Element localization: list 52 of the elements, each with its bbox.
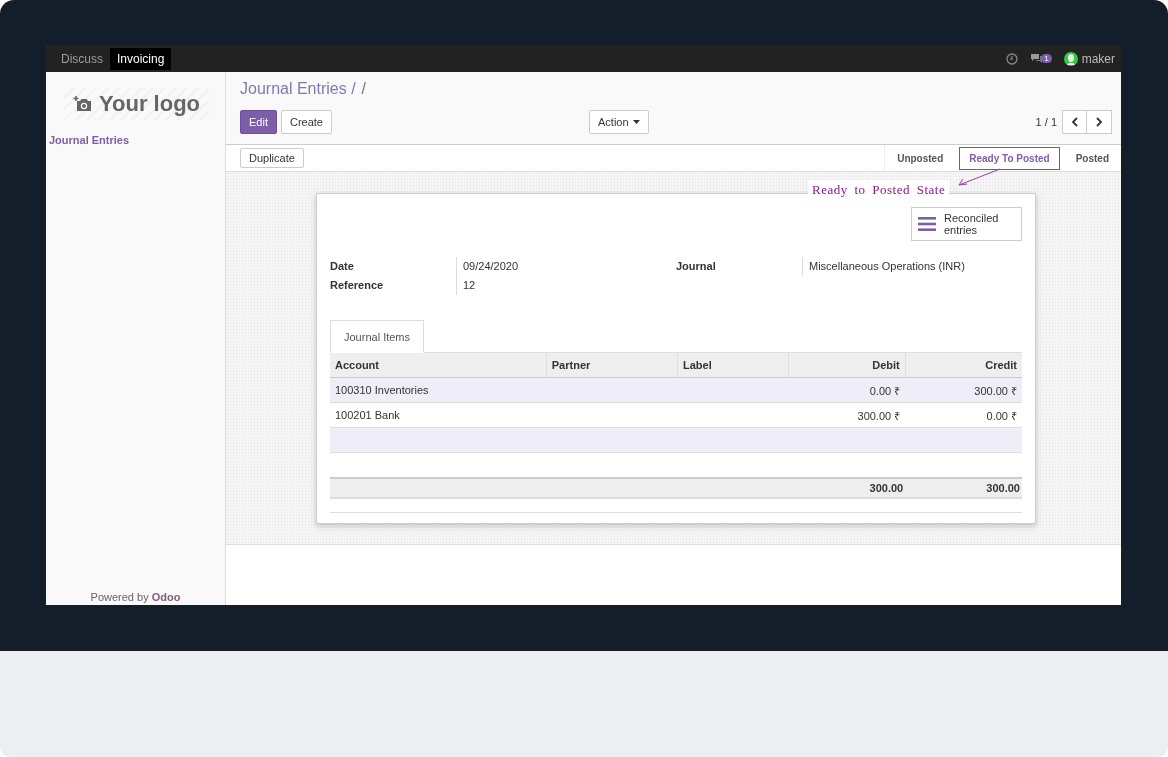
column-header[interactable]: Debit [788, 353, 906, 378]
table-cell: 300.00 ₹ [905, 377, 1022, 403]
total-cell: 300.00 [905, 478, 1022, 498]
table-cell: 0.00 ₹ [905, 402, 1022, 428]
user-name[interactable]: maker [1081, 51, 1115, 66]
reconciled-entries-button[interactable]: Reconciled entries [911, 207, 1022, 241]
previous-button[interactable] [1062, 110, 1087, 134]
field-label: Date [330, 259, 355, 274]
table-row[interactable]: 100310 Inventories 0.00 ₹ 300.00 ₹ [330, 377, 1022, 403]
breadcrumb-item: / [361, 80, 367, 99]
column-header[interactable]: Partner [546, 353, 678, 378]
sidebar-menu-item[interactable]: Journal Entries [46, 130, 225, 150]
column-header[interactable]: Label [677, 353, 788, 378]
next-button[interactable] [1087, 110, 1112, 134]
caret-icon [632, 120, 640, 124]
breadcrumb-item[interactable]: Journal Entries / [240, 80, 356, 100]
odoo-link[interactable]: Odoo [151, 591, 181, 603]
logo-text: Your logo [99, 91, 200, 117]
field-value: Miscellaneous Operations (INR) [802, 257, 1022, 276]
field-value: 09/24/2020 [456, 257, 676, 276]
app-menu-item[interactable]: Discuss [54, 47, 110, 70]
notebook-tab[interactable]: Journal Items [330, 320, 425, 353]
list-icon [918, 217, 936, 231]
total-cell: 300.00 [788, 478, 906, 498]
field-label: Journal [676, 259, 717, 274]
table-row[interactable]: 100201 Bank 300.00 ₹ 0.00 ₹ [330, 402, 1022, 428]
table-cell: 300.00 ₹ [788, 402, 906, 428]
powered-by-text: Powered by Odoo [89, 591, 182, 603]
clock-icon [1006, 52, 1019, 65]
camera-icon [73, 95, 93, 113]
table-cell: 100310 Inventories [330, 377, 547, 403]
field-value: 12 [456, 276, 676, 295]
table-cell: 100201 Bank [330, 402, 547, 428]
chevron-left-icon [1071, 117, 1078, 127]
chevron-right-icon [1095, 117, 1103, 127]
message-count-badge: 1 [1041, 54, 1052, 63]
duplicate-button[interactable]: Duplicate [240, 148, 304, 168]
action-dropdown[interactable]: Action [589, 110, 649, 134]
annotation-text: Ready to Posted State [808, 180, 950, 200]
column-header[interactable]: Account [330, 353, 547, 378]
status-stage[interactable]: Ready To Posted [959, 146, 1060, 170]
status-stage[interactable]: Unposted [885, 145, 956, 171]
status-stage[interactable]: Posted [1063, 145, 1121, 171]
column-header[interactable]: Credit [905, 353, 1022, 378]
create-button[interactable]: Create [280, 110, 332, 134]
field-label: Reference [330, 278, 385, 293]
table-cell: 0.00 ₹ [788, 377, 906, 403]
app-menu-item[interactable]: Invoicing [110, 47, 172, 70]
pager-counter: 1 / 1 [1035, 116, 1057, 128]
edit-button[interactable]: Edit [240, 110, 277, 134]
annotation-arrow [956, 168, 1002, 188]
avatar-icon [1063, 51, 1078, 66]
